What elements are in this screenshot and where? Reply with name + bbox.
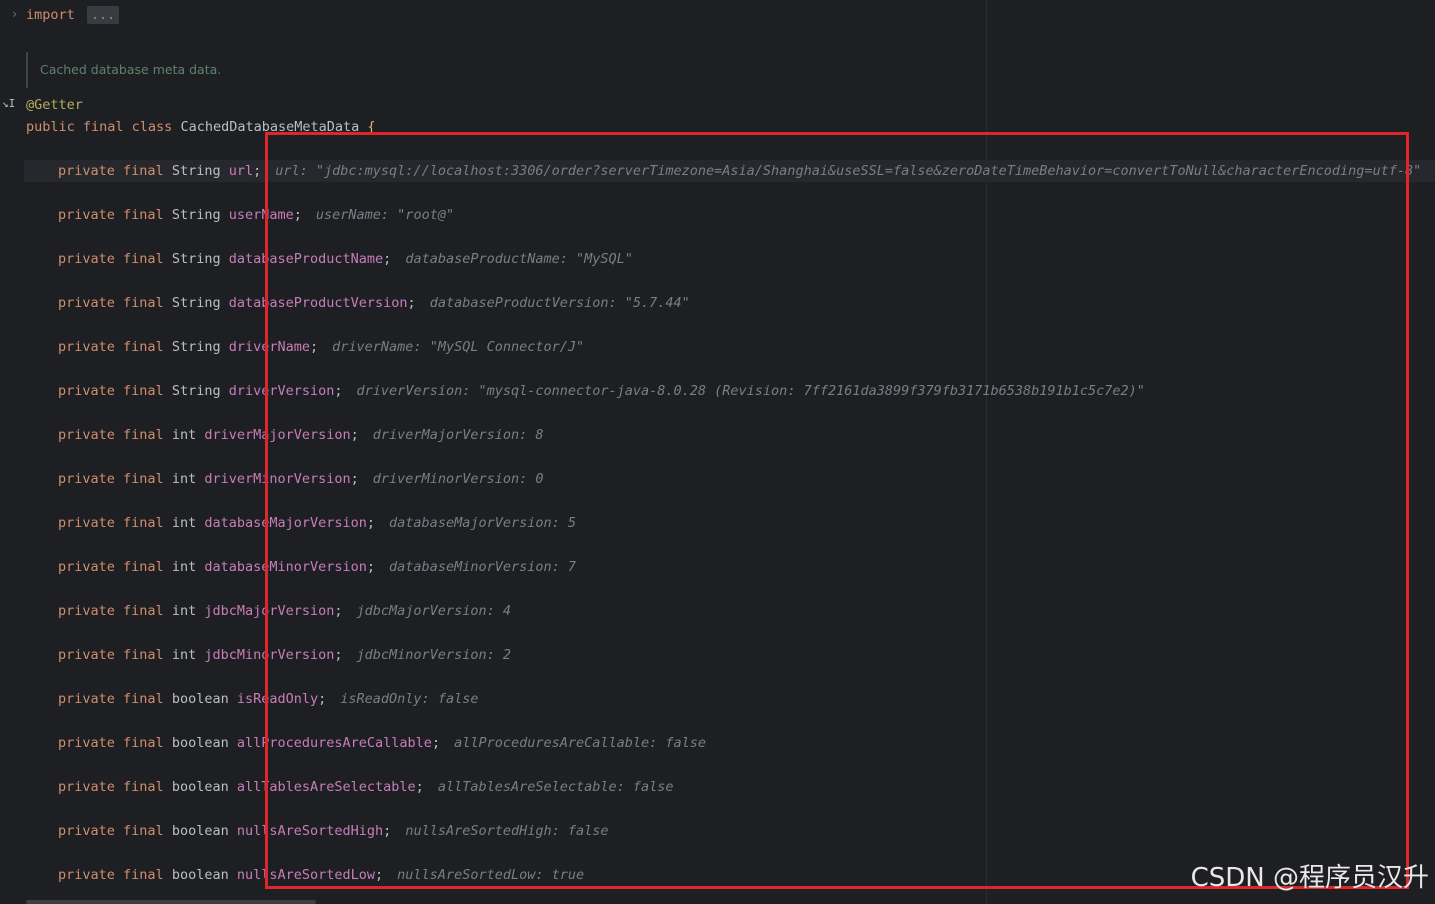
field-modifiers: private final (58, 603, 164, 619)
field-modifiers: private final (58, 867, 164, 883)
field-type: boolean (171, 735, 229, 751)
field-modifiers: private final (58, 559, 164, 575)
field-modifiers: private final (58, 383, 164, 399)
class-modifiers: public final class (26, 119, 173, 135)
import-fold-placeholder[interactable]: ... (86, 6, 120, 24)
field-type: String (171, 339, 221, 355)
field-type: int (171, 603, 197, 619)
field-type: int (171, 427, 197, 443)
getter-annotation: @Getter (26, 97, 83, 113)
doc-comment: Cached database meta data. (26, 52, 221, 88)
watermark: CSDN @程序员汉升 (1190, 863, 1429, 893)
field-type: boolean (171, 691, 229, 707)
field-name: url (228, 163, 254, 179)
import-keyword: import (26, 7, 75, 23)
semicolon: ; (253, 163, 262, 179)
field-type: int (171, 471, 197, 487)
field-modifiers: private final (58, 735, 164, 751)
horizontal-scrollbar[interactable] (26, 900, 316, 904)
field-type: String (171, 383, 221, 399)
field-type: String (171, 251, 221, 267)
fold-chevron-icon[interactable]: › (11, 7, 18, 21)
field-type: int (171, 515, 197, 531)
highlight-box (265, 132, 1409, 889)
field-type: int (171, 559, 197, 575)
field-modifiers: private final (58, 779, 164, 795)
field-modifiers: private final (58, 515, 164, 531)
field-type: int (171, 647, 197, 663)
field-type: String (171, 295, 221, 311)
field-type: String (171, 207, 221, 223)
field-modifiers: private final (58, 339, 164, 355)
field-modifiers: private final (58, 295, 164, 311)
field-type: boolean (171, 867, 229, 883)
field-type: boolean (171, 823, 229, 839)
implementation-gutter-icon[interactable]: ↘I (2, 96, 20, 112)
field-modifiers: private final (58, 163, 164, 179)
field-modifiers: private final (58, 251, 164, 267)
field-modifiers: private final (58, 427, 164, 443)
field-type: String (171, 163, 221, 179)
field-modifiers: private final (58, 647, 164, 663)
field-modifiers: private final (58, 823, 164, 839)
field-modifiers: private final (58, 471, 164, 487)
field-modifiers: private final (58, 207, 164, 223)
field-modifiers: private final (58, 691, 164, 707)
field-type: boolean (171, 779, 229, 795)
import-line: import ... (26, 6, 120, 24)
editor-gutter (0, 0, 24, 904)
